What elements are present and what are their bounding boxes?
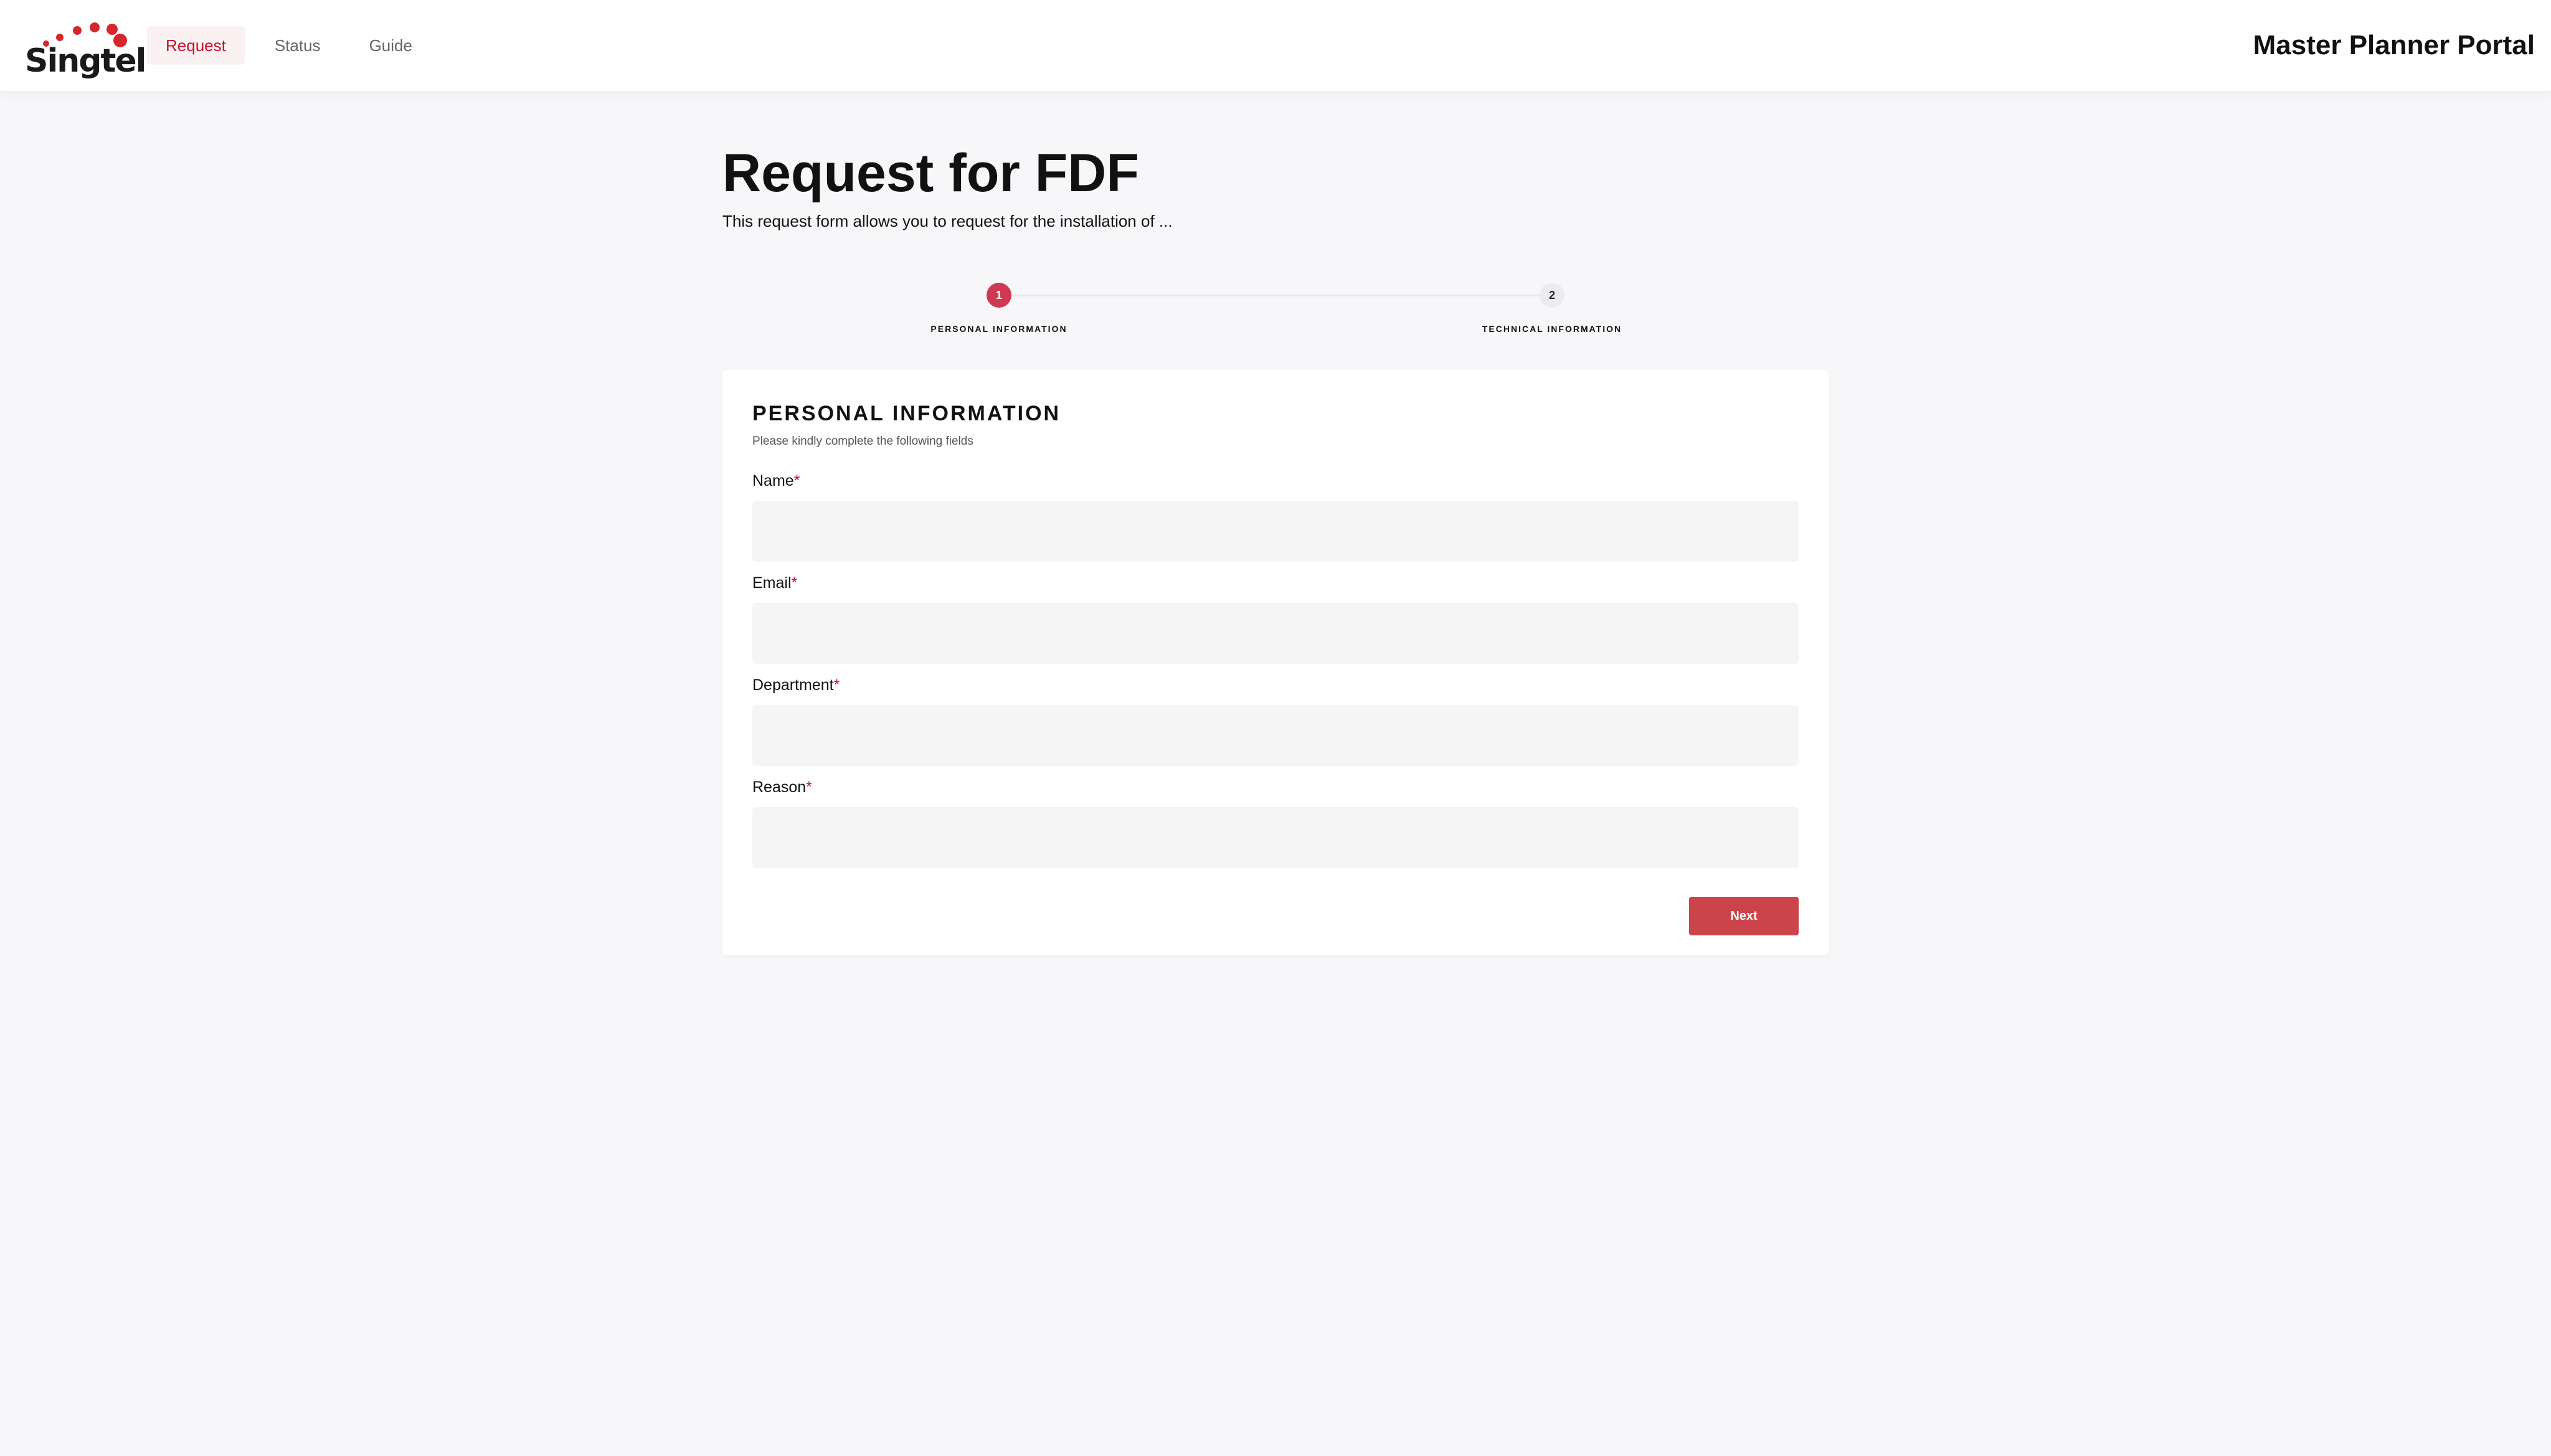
step-number-badge: 2	[1540, 283, 1564, 308]
page-subtitle: This request form allows you to request …	[722, 212, 1173, 230]
logo-wordmark: Singtel	[25, 42, 146, 80]
singtel-logo[interactable]: Singtel	[25, 16, 146, 77]
email-field-group: Email*	[752, 573, 1799, 664]
reason-field-group: Reason*	[752, 777, 1799, 868]
step-technical-information[interactable]: 2 TECHNICAL INFORMATION	[1459, 278, 1645, 334]
main-nav: Request Status Guide	[147, 26, 431, 65]
reason-label-text: Reason	[752, 778, 807, 796]
personal-information-card: PERSONAL INFORMATION Please kindly compl…	[722, 370, 1829, 955]
email-label: Email*	[752, 573, 1799, 593]
portal-title: Master Planner Portal	[2253, 30, 2535, 60]
department-label-text: Department	[752, 676, 834, 694]
name-input[interactable]	[752, 501, 1799, 562]
required-marker: *	[793, 472, 800, 489]
step-label: PERSONAL INFORMATION	[930, 324, 1067, 334]
department-input[interactable]	[752, 705, 1799, 766]
name-label: Name*	[752, 471, 1799, 491]
page-title: Request for FDF	[722, 143, 1139, 203]
required-marker: *	[833, 676, 840, 694]
reason-label: Reason*	[752, 777, 1799, 797]
step-label: TECHNICAL INFORMATION	[1482, 324, 1622, 334]
department-label: Department*	[752, 675, 1799, 695]
department-field-group: Department*	[752, 675, 1799, 766]
next-button[interactable]: Next	[1689, 897, 1799, 935]
name-label-text: Name	[752, 472, 794, 489]
nav-guide[interactable]: Guide	[351, 26, 431, 65]
reason-input[interactable]	[752, 807, 1799, 868]
form-section-title: PERSONAL INFORMATION	[752, 402, 1061, 425]
top-header: Singtel Request Status Guide Master Plan…	[0, 0, 2551, 91]
required-marker: *	[806, 778, 812, 796]
email-input[interactable]	[752, 603, 1799, 664]
name-field-group: Name*	[752, 471, 1799, 562]
step-personal-information[interactable]: 1 PERSONAL INFORMATION	[906, 278, 1092, 334]
nav-request[interactable]: Request	[147, 26, 245, 65]
form-section-subtitle: Please kindly complete the following fie…	[752, 435, 973, 448]
nav-status[interactable]: Status	[256, 26, 339, 65]
step-number-badge: 1	[987, 283, 1011, 308]
progress-stepper: 1 PERSONAL INFORMATION 2 TECHNICAL INFOR…	[722, 278, 1829, 340]
required-marker: *	[791, 574, 798, 592]
email-label-text: Email	[752, 574, 792, 592]
